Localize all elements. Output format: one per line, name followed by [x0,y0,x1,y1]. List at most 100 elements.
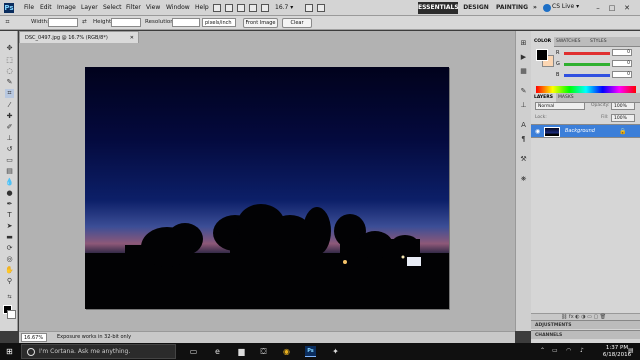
chrome-icon[interactable]: ◉ [281,346,292,357]
zoom-level-select[interactable]: 16.7 ▾ [275,3,303,13]
bridge-icon[interactable] [213,4,221,12]
menu-file[interactable]: File [24,4,34,11]
workspace-essentials[interactable]: ESSENTIALS [418,2,459,14]
tab-styles[interactable]: STYLES [587,37,610,47]
channels-panel-header[interactable]: CHANNELS [531,330,640,339]
blue-value[interactable]: 0 [612,71,632,78]
menu-view[interactable]: View [146,4,160,11]
tool-presets-icon[interactable]: ⚒ [519,155,528,164]
red-value[interactable]: 0 [612,49,632,56]
close-tab-icon[interactable]: ✕ [130,32,134,44]
hand-icon[interactable] [249,4,257,12]
arrange-docs-icon[interactable] [305,4,313,12]
history-panel-icon[interactable]: ⊞ [519,39,528,48]
document-tab[interactable]: DSC_0497.jpg @ 16.7% (RGB/8*) ✕ [19,31,139,43]
green-slider-bar[interactable] [564,63,610,66]
cortana-search-box[interactable]: I'm Cortana. Ask me anything. [21,344,176,359]
visibility-eye-icon[interactable]: ◉ [535,128,540,135]
paragraph-panel-icon[interactable]: ¶ [519,135,528,144]
store-icon[interactable]: ⛋ [258,346,269,357]
image-canvas[interactable] [85,67,449,309]
tray-up-icon[interactable]: ⌃ [540,347,545,354]
clear-button[interactable]: Clear [282,18,312,28]
resolution-field[interactable] [172,18,200,27]
navigator-panel-icon[interactable]: ⛯ [519,175,528,184]
fill-field[interactable]: 100% [611,114,635,122]
screen-mode-icon[interactable] [317,4,325,12]
menu-layer[interactable]: Layer [81,4,98,11]
shape-tool-icon[interactable]: ▬ [5,233,14,242]
close-button[interactable]: ✕ [622,3,632,13]
crop-tool-icon[interactable]: ⌗ [5,89,14,98]
wifi-icon[interactable]: ◠ [566,347,571,354]
workspace-more[interactable]: » [531,2,539,14]
gradient-tool-icon[interactable]: ▤ [5,167,14,176]
battery-icon[interactable]: ▭ [552,347,558,354]
type-tool-icon[interactable]: T [5,211,14,220]
lasso-tool-icon[interactable]: ◌ [5,67,14,76]
3d-rotate-tool-icon[interactable]: ⟳ [5,244,14,253]
eraser-tool-icon[interactable]: ▭ [5,156,14,165]
menu-window[interactable]: Window [166,4,190,11]
front-image-button[interactable]: Front Image [243,18,278,28]
move-tool-icon[interactable]: ✥ [5,44,14,53]
healing-tool-icon[interactable]: ✚ [5,112,14,121]
red-slider-bar[interactable] [564,52,610,55]
blur-tool-icon[interactable]: 💧 [5,178,14,187]
blue-slider-bar[interactable] [564,74,610,77]
cs-live-icon[interactable] [543,4,551,12]
zoom-tool-icon[interactable]: ⚲ [5,277,14,286]
clone-source-icon[interactable]: ⊥ [519,101,528,110]
hand-tool-icon[interactable]: ✋ [5,266,14,275]
volume-icon[interactable]: ♪ [580,347,584,354]
history-brush-tool-icon[interactable]: ↺ [5,145,14,154]
menu-image[interactable]: Image [57,4,76,11]
menu-filter[interactable]: Filter [126,4,141,11]
tab-swatches[interactable]: SWATCHES [553,37,584,47]
workspace-painting[interactable]: PAINTING [495,2,529,14]
clone-stamp-tool-icon[interactable]: ⊥ [5,134,14,143]
extras-icon[interactable] [237,4,245,12]
workspace-design[interactable]: DESIGN [460,2,492,14]
cs-live-button[interactable]: CS Live ▾ [552,3,579,10]
brushes-panel-icon[interactable]: ✎ [519,87,528,96]
character-panel-icon[interactable]: A [519,121,528,130]
marquee-tool-icon[interactable]: ⬚ [5,56,14,65]
minibridge-icon[interactable] [225,4,233,12]
menu-help[interactable]: Help [195,4,209,11]
quick-select-tool-icon[interactable]: ✎ [5,78,14,87]
brush-tool-icon[interactable]: ✐ [5,123,14,132]
menu-edit[interactable]: Edit [40,4,52,11]
3d-camera-tool-icon[interactable]: ◎ [5,255,14,264]
color-foreground-swatch[interactable] [536,49,548,61]
opacity-field[interactable]: 100% [611,102,635,110]
status-zoom-field[interactable]: 16.67% [21,333,47,342]
menu-select[interactable]: Select [103,4,122,11]
blend-mode-select[interactable]: Normal [535,102,585,110]
file-explorer-icon[interactable]: ▆ [236,346,247,357]
actions-panel-icon[interactable]: ▶ [519,53,528,62]
swap-colors-icon[interactable]: ⇆ [5,293,14,302]
photoshop-taskbar-icon[interactable]: Ps [305,346,316,357]
swap-icon[interactable]: ⇄ [82,19,87,25]
layer-row-background[interactable]: ◉ Background 🔒 [531,124,640,138]
crop-tool-icon[interactable]: ⌗ [3,18,12,27]
maximize-button[interactable]: □ [607,3,617,13]
path-select-tool-icon[interactable]: ➤ [5,222,14,231]
width-field[interactable] [48,18,78,27]
dodge-tool-icon[interactable]: ● [5,189,14,198]
task-view-icon[interactable]: ▭ [188,346,199,357]
tab-color[interactable]: COLOR [531,37,555,47]
app-taskbar-icon[interactable]: ✦ [330,346,341,357]
green-value[interactable]: 0 [612,60,632,67]
edge-browser-icon[interactable]: e [212,346,223,357]
windows-start-icon[interactable]: ⊞ [6,347,15,356]
zoom-tool-icon[interactable] [261,4,269,12]
adjustments-panel-header[interactable]: ADJUSTMENTS [531,320,640,329]
mini-bridge-icon[interactable]: ▦ [519,67,528,76]
background-color-swatch[interactable] [7,310,16,319]
height-field[interactable] [111,18,141,27]
resolution-unit-select[interactable]: pixels/inch [202,18,236,27]
minimize-button[interactable]: – [593,3,603,13]
pen-tool-icon[interactable]: ✒ [5,200,14,209]
